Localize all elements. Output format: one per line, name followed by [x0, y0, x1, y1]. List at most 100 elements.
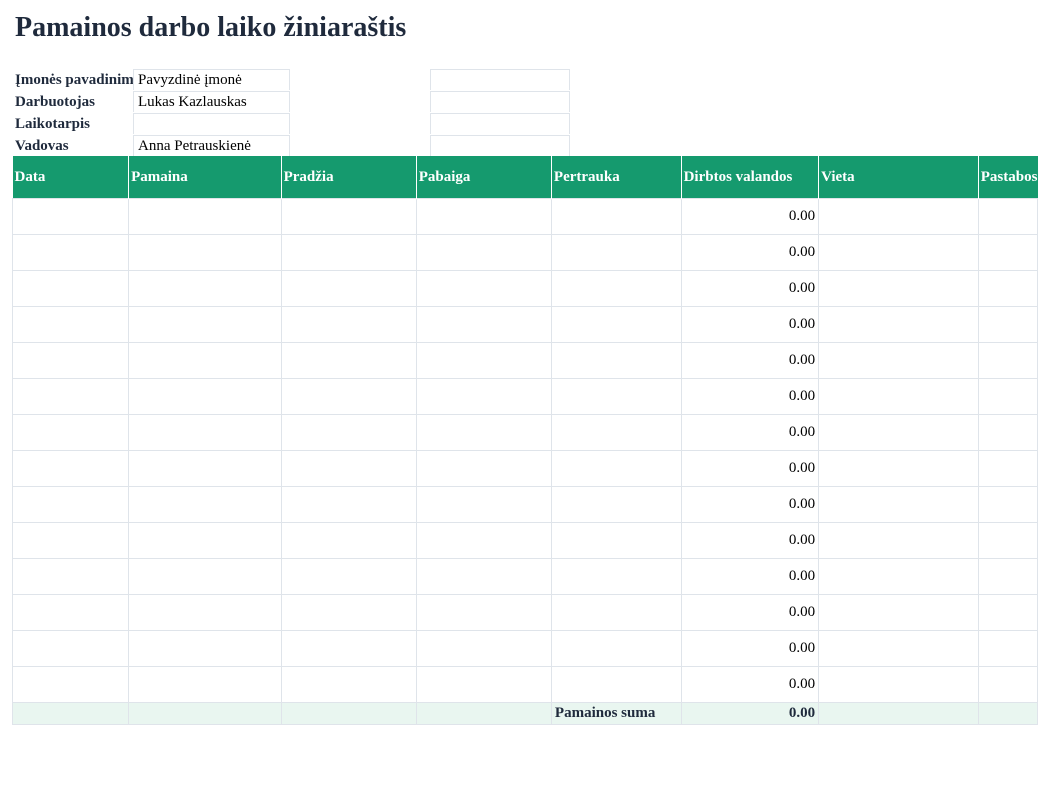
table-cell[interactable]	[818, 234, 979, 271]
table-cell[interactable]	[977, 450, 1038, 487]
table-cell[interactable]	[415, 558, 552, 595]
hours-cell[interactable]: 0.00	[680, 486, 820, 523]
table-cell[interactable]	[415, 378, 552, 415]
table-cell[interactable]	[977, 630, 1038, 667]
col-header-shift[interactable]: Pamaina	[128, 156, 282, 199]
company-value-cell[interactable]: Pavyzdinė įmonė	[133, 69, 290, 90]
table-cell[interactable]	[550, 558, 682, 595]
table-cell[interactable]	[977, 306, 1038, 343]
table-cell[interactable]	[280, 450, 417, 487]
table-cell[interactable]	[280, 234, 417, 271]
table-cell[interactable]	[818, 630, 979, 667]
table-cell[interactable]	[977, 234, 1038, 271]
total-cell[interactable]	[280, 702, 417, 725]
table-cell[interactable]	[11, 594, 130, 631]
table-cell[interactable]	[415, 666, 552, 703]
table-cell[interactable]	[550, 522, 682, 559]
table-cell[interactable]	[550, 198, 682, 235]
table-cell[interactable]	[128, 630, 282, 667]
table-cell[interactable]	[128, 594, 282, 631]
table-cell[interactable]	[128, 270, 282, 307]
table-cell[interactable]	[128, 666, 282, 703]
table-cell[interactable]	[280, 378, 417, 415]
col-header-date[interactable]: Data	[12, 156, 129, 199]
table-cell[interactable]	[977, 486, 1038, 523]
table-cell[interactable]	[128, 558, 282, 595]
hours-cell[interactable]: 0.00	[680, 594, 820, 631]
table-cell[interactable]	[280, 198, 417, 235]
col-header-start[interactable]: Pradžia	[280, 156, 417, 199]
table-cell[interactable]	[11, 306, 130, 343]
table-cell[interactable]	[415, 522, 552, 559]
table-cell[interactable]	[550, 594, 682, 631]
table-cell[interactable]	[128, 198, 282, 235]
hours-cell[interactable]: 0.00	[680, 666, 820, 703]
table-cell[interactable]	[977, 342, 1038, 379]
table-cell[interactable]	[550, 666, 682, 703]
table-cell[interactable]	[415, 594, 552, 631]
table-cell[interactable]	[818, 270, 979, 307]
hours-cell[interactable]: 0.00	[680, 378, 820, 415]
table-cell[interactable]	[415, 198, 552, 235]
table-cell[interactable]	[11, 198, 130, 235]
col-header-break[interactable]: Pertrauka	[550, 156, 682, 199]
info-extra-cell[interactable]	[430, 113, 570, 134]
table-cell[interactable]	[280, 666, 417, 703]
table-cell[interactable]	[128, 486, 282, 523]
table-cell[interactable]	[11, 378, 130, 415]
table-cell[interactable]	[818, 486, 979, 523]
table-cell[interactable]	[550, 234, 682, 271]
col-header-hours[interactable]: Dirbtos valandos	[680, 156, 819, 199]
table-cell[interactable]	[11, 270, 130, 307]
total-cell[interactable]	[415, 702, 552, 725]
table-cell[interactable]	[415, 630, 552, 667]
table-cell[interactable]	[11, 630, 130, 667]
table-cell[interactable]	[11, 522, 130, 559]
col-header-notes[interactable]: Pastabos	[977, 156, 1038, 199]
total-cell[interactable]	[977, 702, 1038, 725]
col-header-location[interactable]: Vieta	[818, 156, 979, 199]
table-cell[interactable]	[550, 270, 682, 307]
hours-cell[interactable]: 0.00	[680, 198, 820, 235]
info-extra-cell[interactable]	[430, 135, 570, 156]
info-extra-cell[interactable]	[430, 91, 570, 112]
hours-cell[interactable]: 0.00	[680, 414, 820, 451]
table-cell[interactable]	[415, 342, 552, 379]
table-cell[interactable]	[977, 594, 1038, 631]
table-cell[interactable]	[280, 270, 417, 307]
table-cell[interactable]	[128, 342, 282, 379]
total-label-cell[interactable]: Pamainos suma	[550, 702, 682, 725]
table-cell[interactable]	[415, 486, 552, 523]
table-cell[interactable]	[128, 234, 282, 271]
table-cell[interactable]	[818, 450, 979, 487]
table-cell[interactable]	[280, 306, 417, 343]
table-cell[interactable]	[818, 378, 979, 415]
table-cell[interactable]	[550, 414, 682, 451]
table-cell[interactable]	[415, 306, 552, 343]
table-cell[interactable]	[280, 558, 417, 595]
table-cell[interactable]	[977, 666, 1038, 703]
total-cell[interactable]	[11, 702, 130, 725]
table-cell[interactable]	[280, 414, 417, 451]
hours-cell[interactable]: 0.00	[680, 522, 820, 559]
hours-cell[interactable]: 0.00	[680, 630, 820, 667]
period-value-cell[interactable]	[133, 113, 290, 134]
manager-value-cell[interactable]: Anna Petrauskienė	[133, 135, 290, 156]
total-value-cell[interactable]: 0.00	[680, 702, 820, 725]
table-cell[interactable]	[977, 414, 1038, 451]
table-cell[interactable]	[11, 450, 130, 487]
employee-value-cell[interactable]: Lukas Kazlauskas	[133, 91, 290, 112]
table-cell[interactable]	[280, 342, 417, 379]
table-cell[interactable]	[128, 414, 282, 451]
table-cell[interactable]	[977, 522, 1038, 559]
table-cell[interactable]	[11, 234, 130, 271]
table-cell[interactable]	[415, 450, 552, 487]
table-cell[interactable]	[977, 378, 1038, 415]
table-cell[interactable]	[818, 522, 979, 559]
hours-cell[interactable]: 0.00	[680, 270, 820, 307]
table-cell[interactable]	[280, 630, 417, 667]
table-cell[interactable]	[11, 558, 130, 595]
table-cell[interactable]	[977, 558, 1038, 595]
table-cell[interactable]	[128, 522, 282, 559]
info-extra-cell[interactable]	[430, 69, 570, 90]
